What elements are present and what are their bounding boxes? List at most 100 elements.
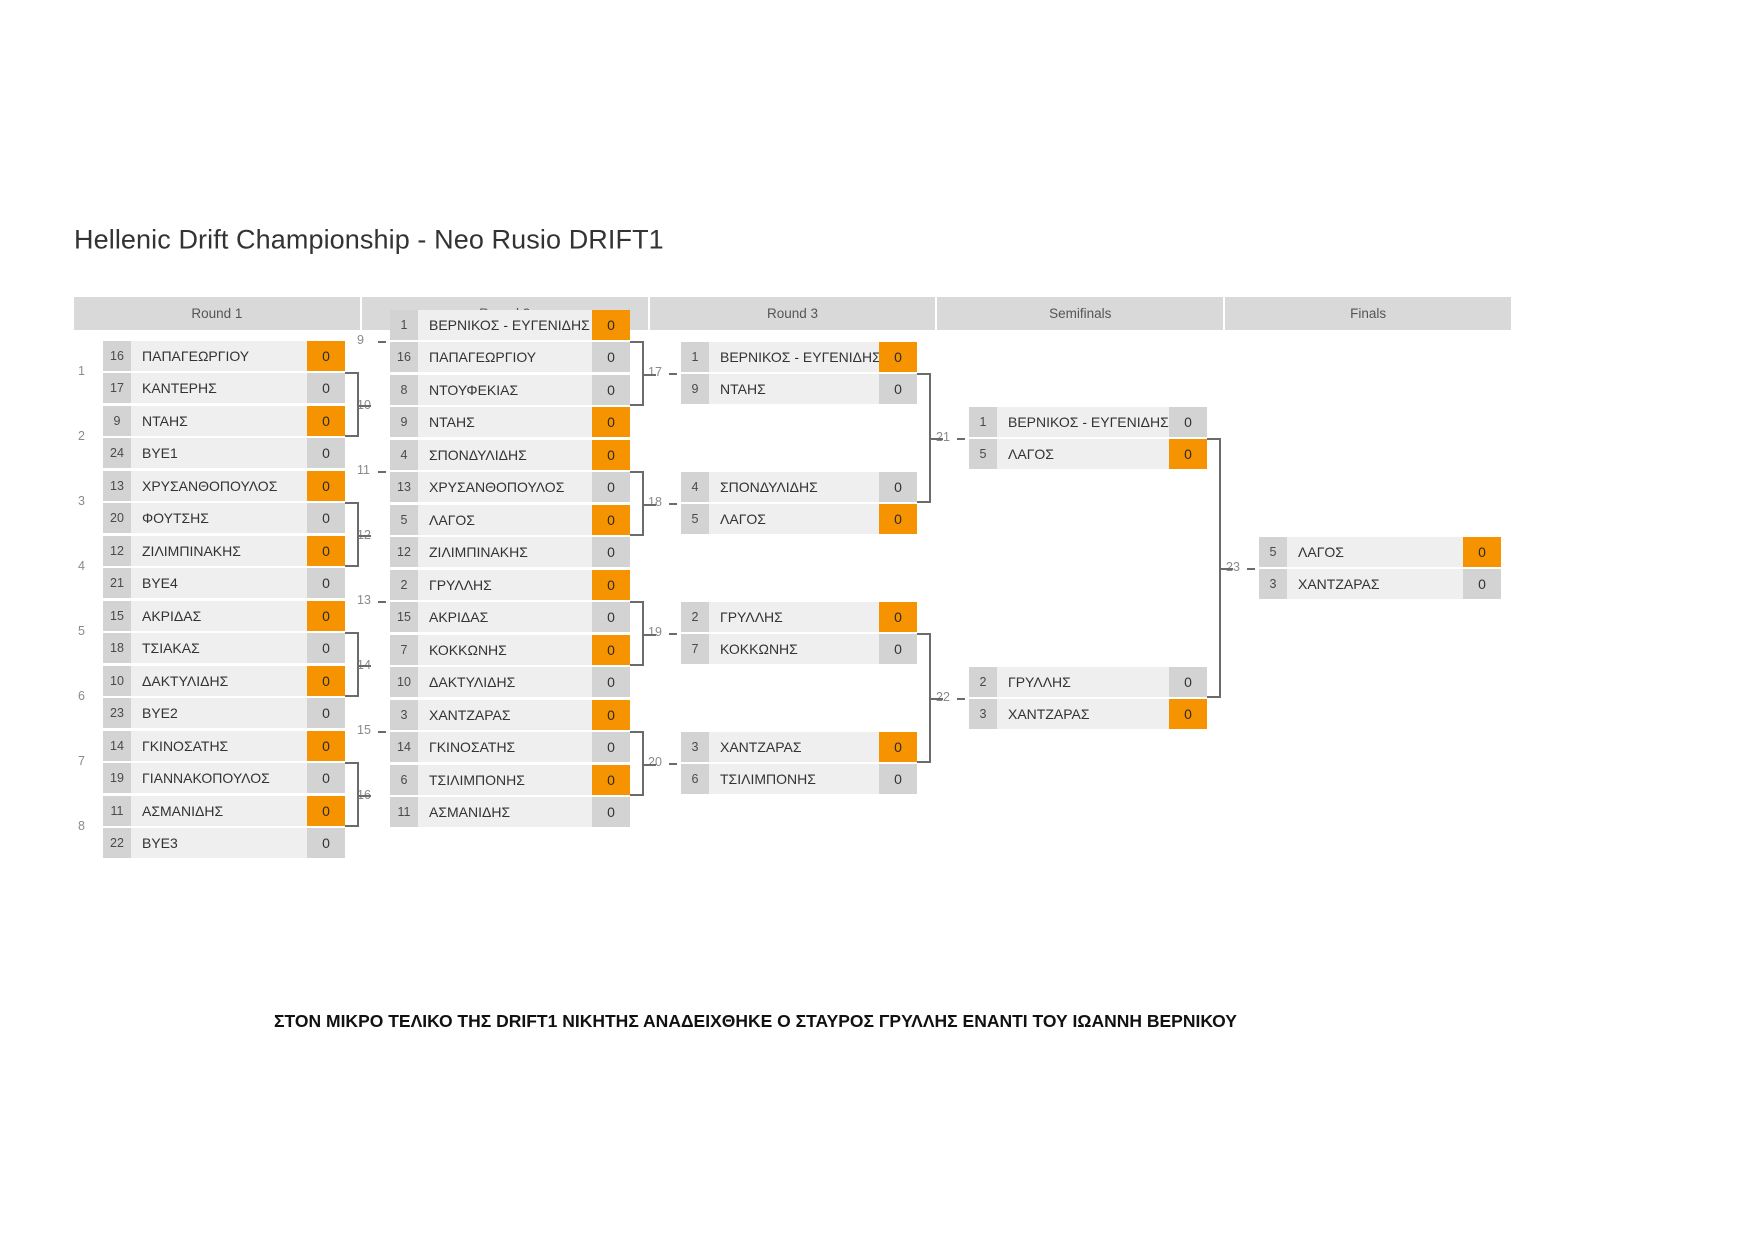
team-row-bottom[interactable]: 5 ΛΑΓΟΣ 0 [969, 439, 1207, 469]
bracket-connector-stub [359, 404, 371, 407]
team-name: ΧΡΥΣΑΝΘΟΠΟΥΛΟΣ [429, 479, 565, 495]
team-row-top[interactable]: 2 ΓΡΥΛΛΗΣ 0 [390, 570, 630, 600]
match-5[interactable]: 15 ΑΚΡΙΔΑΣ 0 18 ΤΣΙΑΚΑΣ 0 [103, 601, 345, 663]
team-row-bottom[interactable]: 5 ΛΑΓΟΣ 0 [681, 504, 917, 534]
team-seed: 5 [1259, 537, 1287, 567]
team-row-top[interactable]: 2 ΓΡΥΛΛΗΣ 0 [969, 667, 1207, 697]
team-row-top[interactable]: 1 ΒΕΡΝΙΚΟΣ - ΕΥΓΕΝΙΔΗΣ 0 [969, 407, 1207, 437]
team-row-bottom[interactable]: 17 ΚΑΝΤΕΡΗΣ 0 [103, 373, 345, 403]
team-score: 0 [307, 536, 345, 566]
match-8[interactable]: 11 ΑΣΜΑΝΙΔΗΣ 0 22 BYE3 0 [103, 796, 345, 858]
team-score: 0 [592, 732, 630, 762]
match-17[interactable]: 1 ΒΕΡΝΙΚΟΣ - ΕΥΓΕΝΙΔΗΣ 0 9 ΝΤΑΗΣ 0 [681, 342, 917, 404]
match-22[interactable]: 2 ΓΡΥΛΛΗΣ 0 3 ΧΑΝΤΖΑΡΑΣ 0 [969, 667, 1207, 729]
team-name: ΠΑΠΑΓΕΩΡΓΙΟΥ [142, 348, 250, 364]
team-row-top[interactable]: 4 ΣΠΟΝΔΥΛΙΔΗΣ 0 [681, 472, 917, 502]
bracket-connector-stub [931, 698, 943, 700]
team-row-top[interactable]: 8 ΝΤΟΥΦΕΚΙΑΣ 0 [390, 375, 630, 405]
team-row-bottom[interactable]: 13 ΧΡΥΣΑΝΘΟΠΟΥΛΟΣ 0 [390, 472, 630, 502]
team-row-top[interactable]: 10 ΔΑΚΤΥΛΙΔΗΣ 0 [103, 666, 345, 696]
team-row-bottom[interactable]: 21 BYE4 0 [103, 568, 345, 598]
team-row-top[interactable]: 3 ΧΑΝΤΖΑΡΑΣ 0 [681, 732, 917, 762]
team-row-top[interactable]: 7 ΚΟΚΚΩΝΗΣ 0 [390, 635, 630, 665]
team-row-top[interactable]: 4 ΣΠΟΝΔΥΛΙΔΗΣ 0 [390, 440, 630, 470]
team-row-bottom[interactable]: 11 ΑΣΜΑΝΙΔΗΣ 0 [390, 797, 630, 827]
team-name: ΧΑΝΤΖΑΡΑΣ [1298, 576, 1380, 592]
match-20[interactable]: 3 ΧΑΝΤΖΑΡΑΣ 0 6 ΤΣΙΛΙΜΠΟΝΗΣ 0 [681, 732, 917, 794]
team-score: 0 [307, 731, 345, 761]
team-row-bottom[interactable]: 10 ΔΑΚΤΥΛΙΔΗΣ 0 [390, 667, 630, 697]
team-name: ΑΣΜΑΝΙΔΗΣ [429, 804, 511, 820]
team-score: 0 [592, 570, 630, 600]
round-header-label: Round 1 [191, 306, 243, 321]
match-13[interactable]: 2 ΓΡΥΛΛΗΣ 0 15 ΑΚΡΙΔΑΣ 0 [390, 570, 630, 632]
team-row-bottom[interactable]: 3 ΧΑΝΤΖΑΡΑΣ 0 [969, 699, 1207, 729]
match-14[interactable]: 7 ΚΟΚΚΩΝΗΣ 0 10 ΔΑΚΤΥΛΙΔΗΣ 0 [390, 635, 630, 697]
match-23[interactable]: 5 ΛΑΓΟΣ 0 3 ΧΑΝΤΖΑΡΑΣ 0 [1259, 537, 1501, 599]
match-21[interactable]: 1 ΒΕΡΝΙΚΟΣ - ΕΥΓΕΝΙΔΗΣ 0 5 ΛΑΓΟΣ 0 [969, 407, 1207, 469]
match-3[interactable]: 13 ΧΡΥΣΑΝΘΟΠΟΥΛΟΣ 0 20 ΦΟΥΤΣΗΣ 0 [103, 471, 345, 533]
team-row-bottom[interactable]: 23 BYE2 0 [103, 698, 345, 728]
team-seed: 3 [390, 700, 418, 730]
bracket-connector [630, 471, 644, 536]
team-row-top[interactable]: 15 ΑΚΡΙΔΑΣ 0 [103, 601, 345, 631]
team-row-top[interactable]: 9 ΝΤΑΗΣ 0 [103, 406, 345, 436]
team-seed: 1 [681, 342, 709, 372]
team-row-top[interactable]: 16 ΠΑΠΑΓΕΩΡΓΙΟΥ 0 [103, 341, 345, 371]
team-seed: 10 [390, 667, 418, 697]
team-row-bottom[interactable]: 12 ΖΙΛΙΜΠΙΝΑΚΗΣ 0 [390, 537, 630, 567]
team-name: ΑΚΡΙΔΑΣ [142, 608, 202, 624]
team-row-bottom[interactable]: 9 ΝΤΑΗΣ 0 [681, 374, 917, 404]
team-row-bottom[interactable]: 6 ΤΣΙΛΙΜΠΟΝΗΣ 0 [681, 764, 917, 794]
match-10[interactable]: 8 ΝΤΟΥΦΕΚΙΑΣ 0 9 ΝΤΑΗΣ 0 [390, 375, 630, 437]
team-row-bottom[interactable]: 3 ΧΑΝΤΖΑΡΑΣ 0 [1259, 569, 1501, 599]
bracket-connector-lead [669, 633, 677, 635]
team-row-top[interactable]: 1 ΒΕΡΝΙΚΟΣ - ΕΥΓΕΝΙΔΗΣ 0 [681, 342, 917, 372]
match-number-7: 7 [78, 754, 85, 768]
team-row-top[interactable]: 14 ΓΚΙΝΟΣΑΤΗΣ 0 [103, 731, 345, 761]
team-seed: 9 [681, 374, 709, 404]
team-row-bottom[interactable]: 20 ΦΟΥΤΣΗΣ 0 [103, 503, 345, 533]
bracket-connector-lead [378, 341, 386, 343]
team-row-bottom[interactable]: 15 ΑΚΡΙΔΑΣ 0 [390, 602, 630, 632]
team-row-top[interactable]: 6 ΤΣΙΛΙΜΠΟΝΗΣ 0 [390, 765, 630, 795]
team-row-top[interactable]: 1 ΒΕΡΝΙΚΟΣ - ΕΥΓΕΝΙΔΗΣ 0 [390, 310, 630, 340]
team-row-bottom[interactable]: 14 ΓΚΙΝΟΣΑΤΗΣ 0 [390, 732, 630, 762]
match-11[interactable]: 4 ΣΠΟΝΔΥΛΙΔΗΣ 0 13 ΧΡΥΣΑΝΘΟΠΟΥΛΟΣ 0 [390, 440, 630, 502]
match-2[interactable]: 9 ΝΤΑΗΣ 0 24 BYE1 0 [103, 406, 345, 468]
bracket-connector-lead [957, 438, 965, 440]
team-row-top[interactable]: 5 ΛΑΓΟΣ 0 [390, 505, 630, 535]
match-19[interactable]: 2 ΓΡΥΛΛΗΣ 0 7 ΚΟΚΚΩΝΗΣ 0 [681, 602, 917, 664]
team-row-top[interactable]: 5 ΛΑΓΟΣ 0 [1259, 537, 1501, 567]
team-row-bottom[interactable]: 24 BYE1 0 [103, 438, 345, 468]
team-row-top[interactable]: 2 ΓΡΥΛΛΗΣ 0 [681, 602, 917, 632]
team-score: 0 [307, 828, 345, 858]
team-row-top[interactable]: 11 ΑΣΜΑΝΙΔΗΣ 0 [103, 796, 345, 826]
team-row-top[interactable]: 13 ΧΡΥΣΑΝΘΟΠΟΥΛΟΣ 0 [103, 471, 345, 501]
match-4[interactable]: 12 ΖΙΛΙΜΠΙΝΑΚΗΣ 0 21 BYE4 0 [103, 536, 345, 598]
team-row-top[interactable]: 12 ΖΙΛΙΜΠΙΝΑΚΗΣ 0 [103, 536, 345, 566]
team-row-bottom[interactable]: 22 BYE3 0 [103, 828, 345, 858]
match-1[interactable]: 16 ΠΑΠΑΓΕΩΡΓΙΟΥ 0 17 ΚΑΝΤΕΡΗΣ 0 [103, 341, 345, 403]
match-7[interactable]: 14 ΓΚΙΝΟΣΑΤΗΣ 0 19 ΓΙΑΝΝΑΚΟΠΟΥΛΟΣ 0 [103, 731, 345, 793]
match-number-15: 15 [357, 723, 371, 737]
team-row-top[interactable]: 3 ΧΑΝΤΖΑΡΑΣ 0 [390, 700, 630, 730]
team-row-bottom[interactable]: 7 ΚΟΚΚΩΝΗΣ 0 [681, 634, 917, 664]
match-9[interactable]: 1 ΒΕΡΝΙΚΟΣ - ΕΥΓΕΝΙΔΗΣ 0 16 ΠΑΠΑΓΕΩΡΓΙΟΥ 0 [390, 310, 630, 372]
team-score: 0 [592, 407, 630, 437]
team-seed: 14 [103, 731, 131, 761]
team-seed: 16 [103, 341, 131, 371]
bracket-caption: ΣΤΟΝ ΜΙΚΡΟ ΤΕΛΙΚΟ ΤΗΣ DRIFT1 ΝΙΚΗΤΗΣ ΑΝΑ… [274, 1011, 1237, 1031]
team-seed: 1 [969, 407, 997, 437]
match-16[interactable]: 6 ΤΣΙΛΙΜΠΟΝΗΣ 0 11 ΑΣΜΑΝΙΔΗΣ 0 [390, 765, 630, 827]
team-row-bottom[interactable]: 19 ΓΙΑΝΝΑΚΟΠΟΥΛΟΣ 0 [103, 763, 345, 793]
match-12[interactable]: 5 ΛΑΓΟΣ 0 12 ΖΙΛΙΜΠΙΝΑΚΗΣ 0 [390, 505, 630, 567]
team-score: 0 [592, 440, 630, 470]
match-18[interactable]: 4 ΣΠΟΝΔΥΛΙΔΗΣ 0 5 ΛΑΓΟΣ 0 [681, 472, 917, 534]
bracket-connector [345, 632, 359, 697]
team-row-bottom[interactable]: 16 ΠΑΠΑΓΕΩΡΓΙΟΥ 0 [390, 342, 630, 372]
team-row-bottom[interactable]: 9 ΝΤΑΗΣ 0 [390, 407, 630, 437]
team-row-bottom[interactable]: 18 ΤΣΙΑΚΑΣ 0 [103, 633, 345, 663]
match-6[interactable]: 10 ΔΑΚΤΥΛΙΔΗΣ 0 23 BYE2 0 [103, 666, 345, 728]
match-15[interactable]: 3 ΧΑΝΤΖΑΡΑΣ 0 14 ΓΚΙΝΟΣΑΤΗΣ 0 [390, 700, 630, 762]
